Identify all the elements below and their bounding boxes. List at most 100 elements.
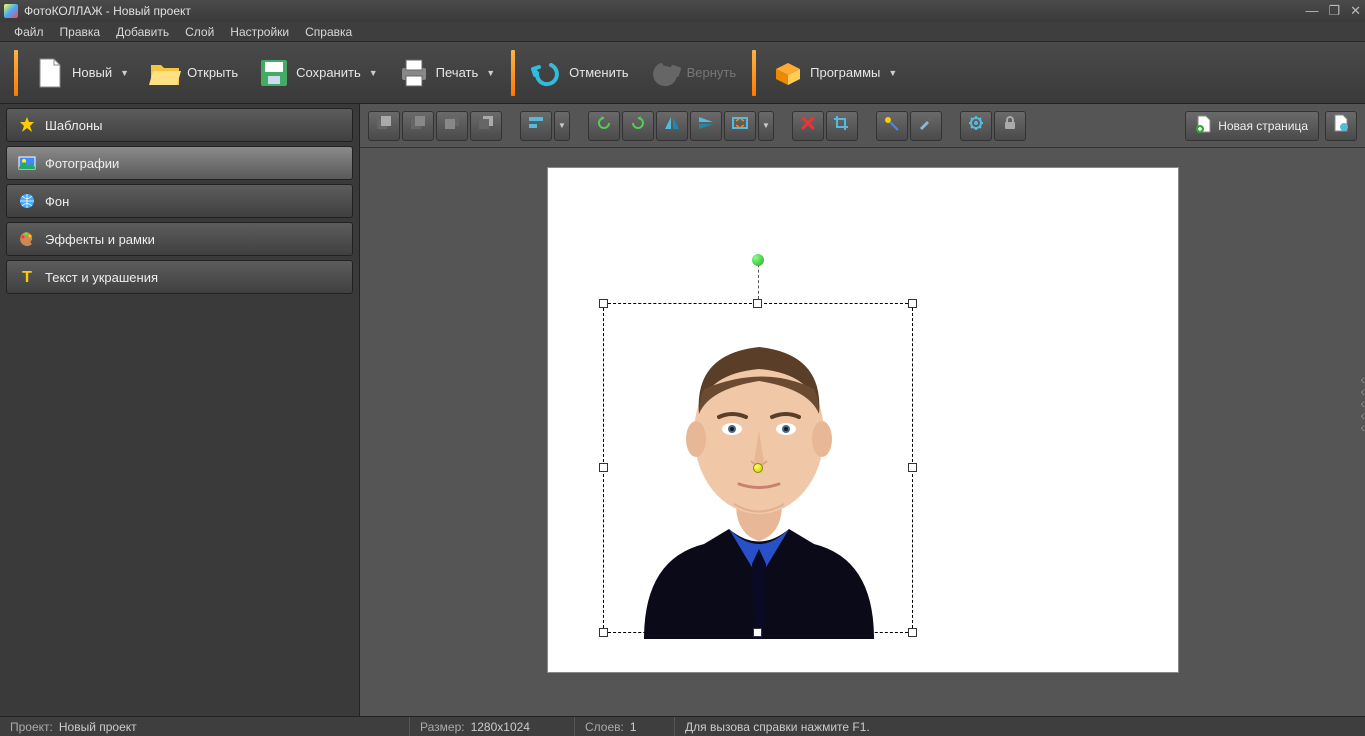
resize-handle-bl[interactable]	[599, 628, 608, 637]
status-project-label: Проект:	[10, 720, 53, 734]
menu-file[interactable]: Файл	[6, 23, 52, 41]
menu-edit[interactable]: Правка	[52, 23, 109, 41]
status-layers-label: Слоев:	[585, 720, 624, 734]
delete-button[interactable]	[792, 111, 824, 141]
rotate-left-icon	[595, 115, 613, 136]
programs-label: Программы	[810, 65, 880, 80]
status-project-value: Новый проект	[59, 720, 137, 734]
status-size-value: 1280x1024	[471, 720, 530, 734]
send-back-button[interactable]	[470, 111, 502, 141]
rotation-handle[interactable]	[752, 254, 764, 266]
settings-button[interactable]	[960, 111, 992, 141]
resize-handle-ml[interactable]	[599, 463, 608, 472]
panel-collapse-handle[interactable]: ‹ ‹ ‹ ‹ ‹	[1360, 375, 1365, 431]
new-label: Новый	[72, 65, 112, 80]
menu-help[interactable]: Справка	[297, 23, 360, 41]
align-button[interactable]	[520, 111, 552, 141]
sidebar-item-label: Фотографии	[45, 156, 119, 171]
maximize-button[interactable]: ❐	[1328, 3, 1340, 19]
sidebar-item-text[interactable]: T Текст и украшения	[6, 260, 353, 294]
chevron-left-icon: ‹	[1360, 375, 1365, 383]
menu-add[interactable]: Добавить	[108, 23, 177, 41]
chevron-down-icon: ▼	[120, 68, 129, 78]
sidebar-item-label: Фон	[45, 194, 69, 209]
sidebar-item-templates[interactable]: Шаблоны	[6, 108, 353, 142]
resize-handle-br[interactable]	[908, 628, 917, 637]
open-button[interactable]: Открыть	[139, 50, 248, 96]
undo-icon	[531, 57, 563, 89]
redo-label: Вернуть	[687, 65, 737, 80]
app-icon	[4, 4, 18, 18]
svg-text:T: T	[22, 269, 32, 286]
chevron-down-icon: ▼	[558, 121, 566, 130]
bring-forward-button[interactable]	[402, 111, 434, 141]
print-button[interactable]: Печать ▼	[388, 50, 506, 96]
flip-v-icon	[697, 115, 715, 136]
bring-front-button[interactable]	[368, 111, 400, 141]
flip-vertical-button[interactable]	[690, 111, 722, 141]
redo-button[interactable]: Вернуть	[639, 50, 747, 96]
new-page-label: Новая страница	[1218, 119, 1308, 133]
close-button[interactable]: ✕	[1350, 3, 1361, 19]
resize-handle-tl[interactable]	[599, 299, 608, 308]
sidebar-item-label: Шаблоны	[45, 118, 103, 133]
box-icon	[772, 57, 804, 89]
resize-handle-bm[interactable]	[753, 628, 762, 637]
menu-settings[interactable]: Настройки	[222, 23, 297, 41]
undo-label: Отменить	[569, 65, 628, 80]
chevron-left-icon: ‹	[1360, 423, 1365, 431]
rotate-left-button[interactable]	[588, 111, 620, 141]
align-dropdown[interactable]: ▼	[554, 111, 570, 141]
eyedropper-button[interactable]	[910, 111, 942, 141]
sidebar-item-effects[interactable]: Эффекты и рамки	[6, 222, 353, 256]
minimize-button[interactable]: —	[1305, 3, 1318, 19]
new-page-button[interactable]: Новая страница	[1185, 111, 1319, 141]
sidebar-item-background[interactable]: Фон	[6, 184, 353, 218]
sidebar-item-label: Эффекты и рамки	[45, 232, 155, 247]
undo-button[interactable]: Отменить	[521, 50, 638, 96]
align-icon	[527, 115, 545, 136]
window-controls: — ❐ ✕	[1305, 3, 1361, 19]
flip-h-icon	[663, 115, 681, 136]
layer-back-icon	[477, 115, 495, 136]
separator	[14, 50, 18, 96]
fit-button[interactable]	[724, 111, 756, 141]
save-button[interactable]: Сохранить ▼	[248, 50, 388, 96]
crop-icon	[833, 115, 851, 136]
second-toolbar: ▼ ▼	[360, 104, 1365, 148]
save-label: Сохранить	[296, 65, 361, 80]
crop-button[interactable]	[826, 111, 858, 141]
portrait-image[interactable]	[614, 319, 904, 639]
send-backward-button[interactable]	[436, 111, 468, 141]
new-button[interactable]: Новый ▼	[24, 50, 139, 96]
resize-handle-tr[interactable]	[908, 299, 917, 308]
chevron-down-icon: ▼	[369, 68, 378, 78]
page-settings-button[interactable]	[1325, 111, 1357, 141]
delete-icon	[800, 115, 816, 136]
rotate-right-icon	[629, 115, 647, 136]
canvas-area[interactable]: ‹ ‹ ‹ ‹ ‹	[360, 148, 1365, 716]
magic-wand-button[interactable]	[876, 111, 908, 141]
selection-box[interactable]	[603, 303, 913, 633]
sidebar: Шаблоны Фотографии Фон Эффекты и рамки T…	[0, 104, 360, 716]
flip-horizontal-button[interactable]	[656, 111, 688, 141]
wand-icon	[883, 115, 901, 136]
layer-front-icon	[375, 115, 393, 136]
fit-dropdown[interactable]: ▼	[758, 111, 774, 141]
resize-handle-tm[interactable]	[753, 299, 762, 308]
chevron-down-icon: ▼	[888, 68, 897, 78]
rotate-right-button[interactable]	[622, 111, 654, 141]
sidebar-item-label: Текст и украшения	[45, 270, 158, 285]
menu-layer[interactable]: Слой	[177, 23, 222, 41]
canvas[interactable]	[548, 168, 1178, 672]
layer-forward-icon	[409, 115, 427, 136]
lock-button[interactable]	[994, 111, 1026, 141]
programs-button[interactable]: Программы ▼	[762, 50, 907, 96]
center-point[interactable]	[753, 463, 763, 473]
menubar: Файл Правка Добавить Слой Настройки Спра…	[0, 22, 1365, 42]
resize-handle-mr[interactable]	[908, 463, 917, 472]
status-layers-value: 1	[630, 720, 637, 734]
status-help-hint: Для вызова справки нажмите F1.	[685, 720, 870, 734]
eyedropper-icon	[917, 115, 935, 136]
sidebar-item-photos[interactable]: Фотографии	[6, 146, 353, 180]
